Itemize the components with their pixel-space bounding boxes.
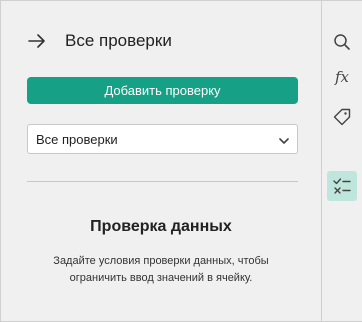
validation-filter-select[interactable]: Все проверки <box>27 124 298 154</box>
panel-header: Все проверки <box>27 29 307 53</box>
filter-selected-value: Все проверки <box>36 131 118 147</box>
panel-title: Все проверки <box>65 31 172 50</box>
add-validation-button[interactable]: Добавить проверку <box>27 77 298 104</box>
tag-icon[interactable] <box>327 102 357 132</box>
data-validation-panel: Все проверки Добавить проверку Все прове… <box>1 1 321 321</box>
arrow-right-icon[interactable] <box>27 31 47 51</box>
right-toolbar: fx <box>321 1 362 321</box>
chevron-down-icon <box>279 132 289 147</box>
divider <box>27 181 298 182</box>
app-window: Все проверки Добавить проверку Все прове… <box>0 0 362 322</box>
empty-state-description: Задайте условия проверки данных, чтобы о… <box>53 255 269 284</box>
search-icon[interactable] <box>327 27 357 57</box>
empty-state-title: Проверка данных <box>90 218 232 235</box>
data-validation-icon[interactable] <box>327 171 357 201</box>
function-icon-label: fx <box>334 68 349 86</box>
function-icon[interactable]: fx <box>327 62 357 92</box>
